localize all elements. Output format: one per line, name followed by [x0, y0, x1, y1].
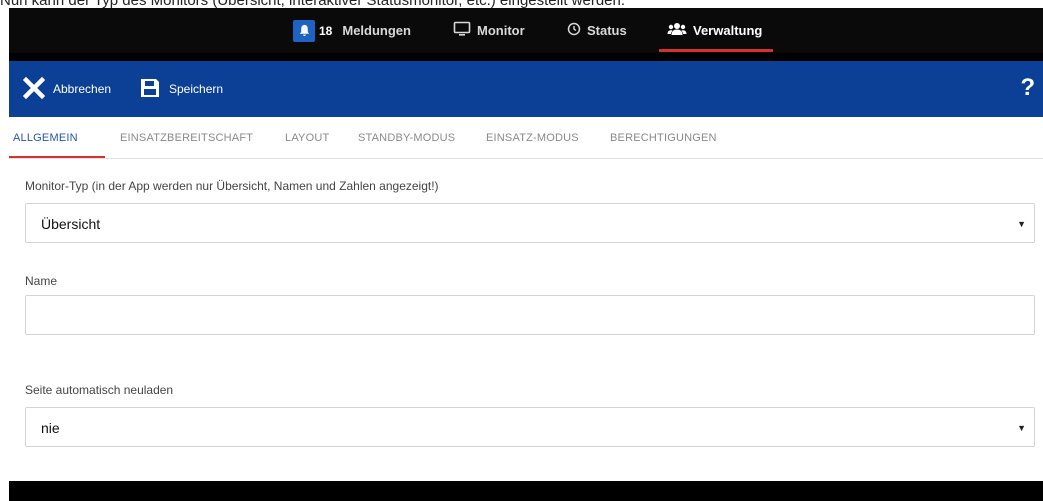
- nav-item-monitor[interactable]: Monitor: [453, 8, 525, 53]
- active-nav-indicator: [659, 49, 773, 52]
- notification-count: 18: [319, 23, 333, 38]
- tab-berechtigungen[interactable]: BERECHTIGUNGEN: [610, 117, 717, 158]
- nav-item-status[interactable]: Status: [567, 8, 627, 53]
- help-button[interactable]: ?: [1020, 74, 1035, 102]
- save-label: Speichern: [169, 82, 224, 96]
- close-icon: [22, 76, 46, 102]
- cancel-button[interactable]: Abbrechen: [22, 61, 112, 117]
- users-icon: [667, 22, 687, 39]
- settings-panel: ALLGEMEIN EINSATZBEREITSCHAFT LAYOUT STA…: [9, 117, 1043, 481]
- active-tab-indicator: [9, 156, 105, 158]
- save-button[interactable]: Speichern: [139, 61, 223, 117]
- tab-standby-modus[interactable]: STANDBY-MODUS: [358, 117, 455, 158]
- monitor-icon: [453, 21, 471, 40]
- nav-label-monitor: Monitor: [477, 23, 525, 38]
- nav-item-meldungen[interactable]: 18 Meldungen: [293, 8, 411, 53]
- tab-bar: ALLGEMEIN EINSATZBEREITSCHAFT LAYOUT STA…: [9, 117, 1043, 159]
- reload-value: nie: [41, 420, 60, 436]
- dropdown-arrow-icon: ▼: [1017, 423, 1026, 433]
- nav-label-meldungen: Meldungen: [342, 23, 411, 38]
- nav-item-verwaltung[interactable]: Verwaltung: [667, 8, 762, 53]
- nav-label-verwaltung: Verwaltung: [693, 23, 763, 38]
- name-label: Name: [25, 274, 58, 288]
- save-icon: [139, 77, 161, 102]
- name-input[interactable]: [25, 295, 1035, 335]
- nav-label-status: Status: [587, 23, 627, 38]
- dropdown-arrow-icon: ▼: [1017, 219, 1026, 229]
- tab-layout[interactable]: LAYOUT: [285, 117, 329, 158]
- tab-einsatzbereitschaft[interactable]: EINSATZBEREITSCHAFT: [120, 117, 253, 158]
- reload-select[interactable]: nie ▼: [25, 407, 1035, 447]
- bell-icon: [293, 19, 315, 42]
- cancel-label: Abbrechen: [53, 82, 112, 96]
- action-toolbar: Abbrechen Speichern ?: [9, 61, 1043, 117]
- monitor-type-value: Übersicht: [41, 216, 101, 232]
- monitor-type-select[interactable]: Übersicht ▼: [25, 203, 1035, 243]
- monitor-type-label: Monitor-Typ (in der App werden nur Übers…: [25, 179, 439, 193]
- caption-text: Nun kann der Typ des Monitors (Übersicht…: [0, 0, 626, 9]
- reload-label: Seite automatisch neuladen: [25, 383, 174, 397]
- tab-allgemein[interactable]: ALLGEMEIN: [13, 117, 78, 158]
- clock-icon: [567, 22, 581, 39]
- tab-einsatz-modus[interactable]: EINSATZ-MODUS: [486, 117, 579, 158]
- app-window: 18 Meldungen Monitor Status Verwaltung A…: [9, 8, 1043, 501]
- top-navigation: 18 Meldungen Monitor Status Verwaltung: [9, 8, 1043, 53]
